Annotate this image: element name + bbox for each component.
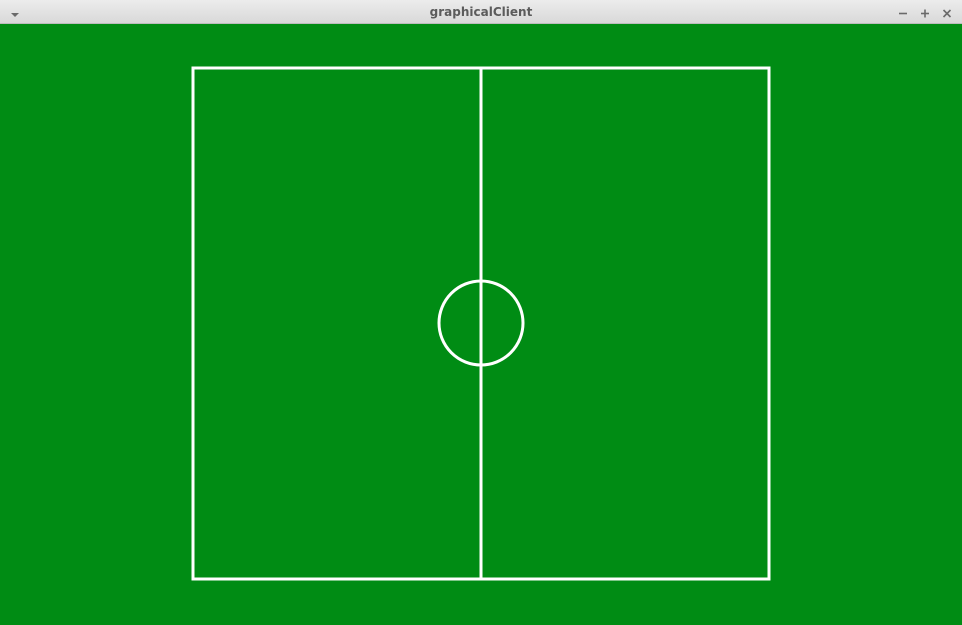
minimize-icon bbox=[899, 12, 907, 15]
close-button[interactable] bbox=[940, 5, 954, 19]
maximize-icon bbox=[921, 9, 929, 18]
minimize-button[interactable] bbox=[896, 5, 910, 19]
maximize-button[interactable] bbox=[918, 5, 932, 19]
window-title: graphicalClient bbox=[429, 5, 533, 19]
close-icon bbox=[942, 9, 952, 18]
title-bar[interactable]: graphicalClient bbox=[0, 0, 962, 24]
field-canvas[interactable] bbox=[0, 24, 962, 625]
application-window: graphicalClient bbox=[0, 0, 962, 625]
